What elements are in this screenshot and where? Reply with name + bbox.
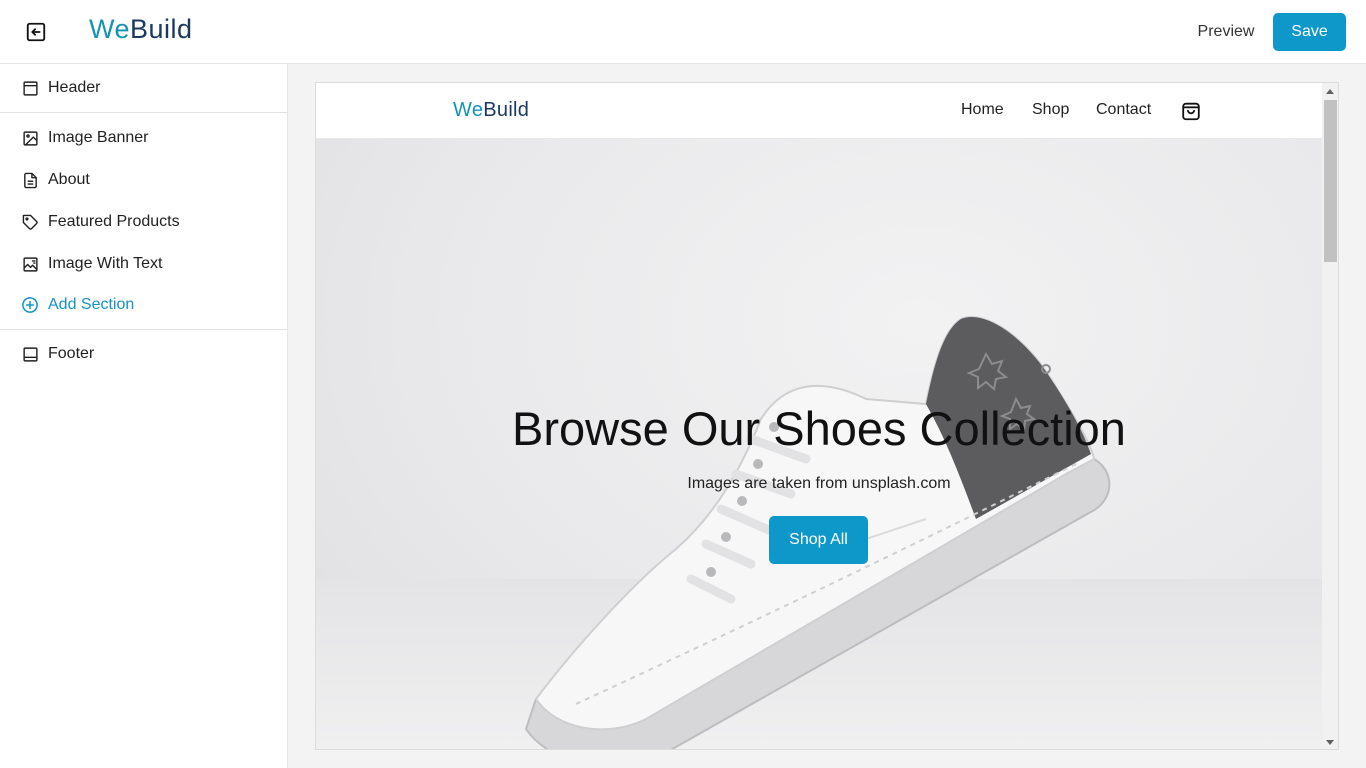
sidebar-item-label: Featured Products	[48, 213, 180, 230]
shop-all-button[interactable]: Shop All	[769, 516, 868, 564]
shopping-bag-icon[interactable]	[1180, 100, 1202, 122]
top-bar: WeBuild Preview Save	[0, 0, 1366, 64]
image-banner-section[interactable]: Browse Our Shoes Collection Images are t…	[316, 139, 1322, 749]
sidebar-item-label: Header	[48, 79, 101, 96]
footer-layout-icon	[21, 345, 39, 363]
nav-link-contact[interactable]: Contact	[1096, 101, 1151, 119]
sidebar-item-featured-products[interactable]: Featured Products	[0, 201, 288, 243]
sidebar-item-image-banner[interactable]: Image Banner	[0, 117, 288, 159]
sections-sidebar: Header Image Banner About Featured Produ…	[0, 64, 288, 768]
site-logo-part2: Build	[483, 99, 530, 121]
scroll-thumb[interactable]	[1324, 100, 1337, 262]
sidebar-divider	[0, 112, 288, 113]
exit-icon	[26, 22, 46, 42]
sidebar-divider	[0, 329, 288, 330]
add-section-label: Add Section	[48, 296, 135, 313]
scroll-down-arrow-icon[interactable]	[1326, 740, 1334, 745]
sidebar-item-footer[interactable]: Footer	[0, 333, 288, 375]
banner-subtitle: Images are taken from unsplash.com	[687, 475, 951, 492]
app-logo-part2: Build	[130, 14, 193, 44]
site-logo-part1: We	[453, 99, 484, 121]
image-text-icon	[21, 255, 39, 273]
site-logo[interactable]: WeBuild	[453, 99, 529, 122]
banner-title: Browse Our Shoes Collection	[512, 402, 1126, 455]
site-header[interactable]: WeBuild Home Shop Contact	[316, 83, 1322, 139]
image-icon	[21, 129, 39, 147]
sidebar-item-about[interactable]: About	[0, 159, 288, 201]
sidebar-item-image-with-text[interactable]: Image With Text	[0, 243, 288, 285]
nav-link-home[interactable]: Home	[961, 101, 1004, 119]
shoe-image	[524, 316, 1111, 749]
save-button[interactable]: Save	[1273, 13, 1346, 51]
plus-circle-icon	[21, 296, 39, 314]
nav-link-shop[interactable]: Shop	[1032, 101, 1069, 119]
app-logo-part1: We	[89, 14, 131, 44]
app-logo[interactable]: WeBuild	[89, 14, 193, 45]
sidebar-item-label: Footer	[48, 345, 95, 362]
site-preview-frame: WeBuild Home Shop Contact Browse Our Sho…	[315, 82, 1339, 750]
sidebar-item-label: About	[48, 171, 90, 188]
preview-scrollbar[interactable]	[1322, 83, 1338, 749]
tag-icon	[21, 213, 39, 231]
exit-editor-button[interactable]	[22, 18, 50, 46]
document-icon	[21, 171, 39, 189]
sidebar-item-header[interactable]: Header	[0, 67, 288, 109]
scroll-up-arrow-icon[interactable]	[1326, 89, 1334, 94]
header-layout-icon	[21, 79, 39, 97]
sidebar-item-label: Image Banner	[48, 129, 149, 146]
preview-button[interactable]: Preview	[1186, 13, 1266, 51]
sidebar-item-label: Image With Text	[48, 255, 163, 272]
add-section-button[interactable]: Add Section	[0, 284, 288, 326]
